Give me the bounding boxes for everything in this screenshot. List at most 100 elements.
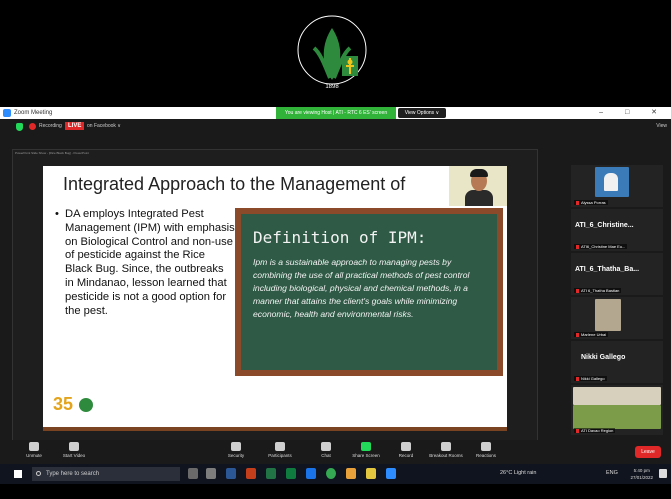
search-icon <box>36 471 41 476</box>
zoom-title-bar: Zoom Meeting You are viewing Host | ATI … <box>0 107 671 119</box>
participant-name: ATI_6_Christine... <box>575 222 634 229</box>
taskbar-search-input[interactable]: Type here to search <box>32 467 180 481</box>
chalkboard-frame: Definition of IPM: Ipm is a sustainable … <box>235 208 503 376</box>
presenter-body <box>465 190 493 206</box>
shared-window-title: PowerPoint Slide Show - [Rice Black Bug]… <box>15 151 89 155</box>
weather-widget[interactable]: 26°C Light rain <box>500 470 536 476</box>
presenter-video-thumbnail <box>449 166 507 206</box>
slide-footer-line <box>43 427 507 431</box>
participant-tile[interactable]: ATI Davao Region <box>571 385 663 435</box>
participant-tile[interactable]: Marlene Urbai <box>571 297 663 339</box>
window-controls[interactable]: – □ ✕ <box>599 107 667 119</box>
participants-button[interactable]: Participants <box>258 442 302 458</box>
participant-photo-scene <box>573 405 661 429</box>
publisher-icon[interactable] <box>286 468 296 479</box>
cortana-icon[interactable] <box>188 468 198 479</box>
participant-name: ATI_6_Thatha_Ba... <box>575 266 640 273</box>
reactions-icon <box>481 442 491 451</box>
notification-icon[interactable] <box>659 469 667 478</box>
zoom-app-icon <box>3 109 11 117</box>
muted-mic-icon <box>576 288 579 293</box>
chalkboard-text: Ipm is a sustainable approach to managin… <box>253 257 470 319</box>
shared-screen: PowerPoint Slide Show - [Rice Black Bug]… <box>12 149 538 462</box>
unmute-button[interactable]: Unmute <box>12 442 56 458</box>
zoom-taskbar-icon[interactable] <box>386 468 396 479</box>
windows-start-icon[interactable] <box>14 470 22 478</box>
record-icon <box>401 442 411 451</box>
chalkboard: Definition of IPM: Ipm is a sustainable … <box>241 214 497 370</box>
screen: 1898 Zoom Meeting You are viewing Host |… <box>0 0 671 499</box>
participant-gallery: Alyssa Porras ATI_6_Christine... ATI6_Ch… <box>571 165 666 455</box>
logo-year: 1898 <box>325 84 339 90</box>
share-screen-button[interactable]: Share Screen <box>344 442 388 458</box>
recording-dot-icon <box>29 123 36 130</box>
start-video-button[interactable]: Start Video <box>52 442 96 458</box>
chat-button[interactable]: Chat <box>304 442 348 458</box>
edge-icon[interactable] <box>306 468 316 479</box>
file-explorer-icon[interactable] <box>346 468 356 479</box>
muted-mic-icon <box>576 376 579 381</box>
excel-icon[interactable] <box>266 468 276 479</box>
zoom-meeting-area: Recording LIVE on Facebook ∨ View PowerP… <box>0 119 671 464</box>
window-title: Zoom Meeting <box>14 110 53 116</box>
anniversary-number: 35 <box>53 394 74 414</box>
participant-label: Marlene Urbai <box>574 332 609 337</box>
word-icon[interactable] <box>226 468 236 479</box>
presenter-hair <box>470 169 488 177</box>
recording-label: Recording <box>39 123 62 129</box>
muted-mic-icon <box>576 200 579 205</box>
participant-tile[interactable]: ATI_6_Christine... ATI6_Christine Mae Eu… <box>571 209 663 251</box>
participants-icon <box>275 442 285 451</box>
participant-name: Nikki Gallego <box>581 354 626 361</box>
powerpoint-icon[interactable] <box>246 468 256 479</box>
participant-label: ATI6_Christine Mae Eu... <box>574 244 628 249</box>
anniversary-logo: 35 <box>53 394 103 424</box>
gallery-view-button[interactable]: View <box>656 123 667 129</box>
participant-label: Nikki Gallego <box>574 376 607 381</box>
slide-bullet: DA employs Integrated Pest Management (I… <box>55 208 235 318</box>
taskbar-clock[interactable]: 5:40 pm 27/01/2022 <box>630 467 653 481</box>
participant-photo <box>573 387 661 405</box>
chat-icon <box>321 442 331 451</box>
participant-label: ATI Davao Region <box>574 428 616 433</box>
live-badge[interactable]: LIVE <box>65 122 85 130</box>
sticky-notes-icon[interactable] <box>366 468 376 479</box>
slide-title: Integrated Approach to the Management of <box>63 174 406 194</box>
chalkboard-heading: Definition of IPM: <box>253 228 427 247</box>
record-button[interactable]: Record <box>384 442 428 458</box>
participant-tile[interactable]: Alyssa Porras <box>571 165 663 207</box>
breakout-rooms-icon <box>441 442 451 451</box>
participant-tile[interactable]: Nikki Gallego Nikki Gallego <box>571 341 663 383</box>
participant-label: ATI 6_Thatha Bastian <box>574 288 622 293</box>
task-view-icon[interactable] <box>206 468 216 479</box>
video-off-icon <box>69 442 79 451</box>
breakout-rooms-button[interactable]: Breakout Rooms <box>424 442 468 458</box>
leave-button[interactable]: Leave <box>635 446 661 458</box>
view-options-button[interactable]: View Options ∨ <box>398 108 446 118</box>
muted-mic-icon <box>576 428 579 433</box>
participant-photo <box>595 299 621 331</box>
shield-icon <box>231 442 241 451</box>
security-button[interactable]: Security <box>214 442 258 458</box>
language-indicator[interactable]: ENG <box>606 470 618 476</box>
chrome-icon[interactable] <box>326 468 336 479</box>
viewing-share-banner: You are viewing Host | ATI - RTC 6 ES' s… <box>276 107 396 119</box>
anniversary-mark-icon <box>79 398 93 412</box>
bottom-banner <box>0 484 671 499</box>
windows-taskbar: Type here to search 26°C Light rain ENG … <box>0 464 671 484</box>
top-banner: 1898 <box>0 0 671 107</box>
microphone-muted-icon <box>29 442 39 451</box>
presentation-slide: Integrated Approach to the Management of… <box>43 166 507 431</box>
muted-mic-icon <box>576 244 579 249</box>
recording-bar: Recording LIVE on Facebook ∨ View <box>0 119 671 135</box>
share-screen-icon <box>361 442 371 451</box>
live-platform-dropdown[interactable]: on Facebook ∨ <box>87 123 121 129</box>
reactions-button[interactable]: Reactions <box>464 442 508 458</box>
department-of-agriculture-logo: 1898 <box>292 8 372 98</box>
muted-mic-icon <box>576 332 579 337</box>
meeting-toolbar: Unmute Start Video Security Participants… <box>0 440 671 464</box>
participant-label: Alyssa Porras <box>574 200 608 205</box>
security-shield-icon[interactable] <box>16 123 23 131</box>
participant-tile[interactable]: ATI_6_Thatha_Ba... ATI 6_Thatha Bastian <box>571 253 663 295</box>
participant-figure <box>604 173 618 191</box>
